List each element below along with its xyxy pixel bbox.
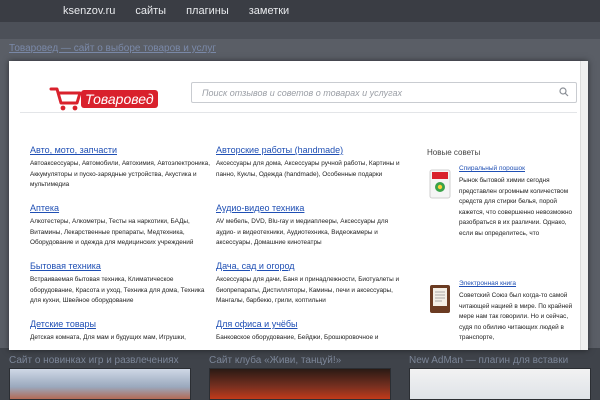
tip-title-link[interactable]: Электронная книга: [459, 280, 516, 287]
category-title-link[interactable]: Дача, сад и огород: [216, 261, 401, 271]
category-block: Детские товары Детская комната, Для мам …: [30, 319, 215, 344]
modal-scrollbar[interactable]: [580, 61, 588, 350]
background-post-link-2[interactable]: Сайт клуба «Живи, танцуй!»: [209, 355, 341, 366]
nav-item-plugins[interactable]: плагины: [186, 5, 229, 17]
category-title-link[interactable]: Для офиса и учёбы: [216, 319, 401, 329]
search-box[interactable]: [191, 82, 577, 103]
top-nav: ksenzov.ru сайты плагины заметки: [0, 0, 600, 22]
category-title-link[interactable]: Детские товары: [30, 319, 215, 329]
category-block: Авторские работы (handmade) Аксессуары д…: [216, 145, 401, 180]
site-brand-link[interactable]: ksenzov.ru: [63, 5, 115, 17]
background-post-link-1[interactable]: Сайт о новинках игр и развлечениях: [9, 355, 179, 366]
header-divider: [20, 112, 577, 113]
category-block: Аудио-видео техника AV мебель, DVD, Blu-…: [216, 203, 401, 249]
category-block: Авто, мото, запчасти Автоаксессуары, Авт…: [30, 145, 215, 191]
category-block: Аптека Алкотестеры, Алкометры, Тесты на …: [30, 203, 215, 249]
detergent-pack-icon[interactable]: [429, 169, 451, 199]
site-preview-modal: Товаровед Авто, мото, запчасти Автоаксес…: [9, 61, 588, 350]
category-block: Бытовая техника Встраиваемая бытовая тех…: [30, 261, 215, 307]
ebook-reader-icon[interactable]: [429, 284, 451, 314]
nav-item-notes[interactable]: заметки: [249, 5, 289, 17]
category-subcategories: Аксессуары для дома, Аксессуары ручной р…: [216, 160, 400, 178]
tovaroved-logo[interactable]: Товаровед: [49, 83, 169, 113]
search-icon[interactable]: [559, 87, 569, 97]
background-thumbnail-3[interactable]: [409, 368, 591, 400]
category-title-link[interactable]: Аудио-видео техника: [216, 203, 401, 213]
category-subcategories: AV мебель, DVD, Blu-ray и медиаплееры, А…: [216, 218, 389, 246]
category-subcategories: Автоаксессуары, Автомобили, Автохимия, А…: [30, 160, 211, 188]
category-subcategories: Алкотестеры, Алкометры, Тесты на наркоти…: [30, 218, 194, 246]
tip-title-link[interactable]: Спиральный порошок: [459, 165, 525, 172]
nav-item-sites[interactable]: сайты: [135, 5, 166, 17]
page-header-strip: [0, 22, 600, 39]
category-subcategories: Банковское оборудование, Бейджи, Брошюро…: [216, 334, 379, 341]
tip-item: Спиральный порошок Рынок бытовой химии с…: [427, 165, 587, 280]
category-subcategories: Детская комната, Для мам и будущих мам, …: [30, 334, 186, 341]
background-thumbnail-1[interactable]: [9, 368, 191, 400]
new-tips-sidebar: Новые советы Спиральный порошок Рынок бы…: [427, 148, 587, 350]
background-post-title[interactable]: Товаровед — сайт о выборе товаров и услу…: [9, 43, 216, 54]
category-title-link[interactable]: Аптека: [30, 203, 215, 213]
category-block: Для офиса и учёбы Банковское оборудовани…: [216, 319, 401, 344]
category-title-link[interactable]: Авторские работы (handmade): [216, 145, 401, 155]
category-title-link[interactable]: Бытовая техника: [30, 261, 215, 271]
logo-text: Товаровед: [81, 90, 158, 108]
category-title-link[interactable]: Авто, мото, запчасти: [30, 145, 215, 155]
background-thumbnail-2[interactable]: [209, 368, 391, 400]
category-block: Дача, сад и огород Аксессуары для дачи, …: [216, 261, 401, 307]
tip-text: Советский Союз был когда-то самой читающ…: [459, 292, 573, 341]
category-subcategories: Встраиваемая бытовая техника, Климатичес…: [30, 276, 205, 304]
sidebar-title: Новые советы: [427, 148, 481, 157]
category-subcategories: Аксессуары для дачи, Баня и принадлежнос…: [216, 276, 400, 304]
search-input[interactable]: [192, 83, 552, 102]
tip-text: Рынок бытовой химии сегодня представлен …: [459, 177, 573, 237]
tip-item: Электронная книга Советский Союз был ког…: [427, 280, 587, 350]
cart-icon: [49, 87, 82, 111]
